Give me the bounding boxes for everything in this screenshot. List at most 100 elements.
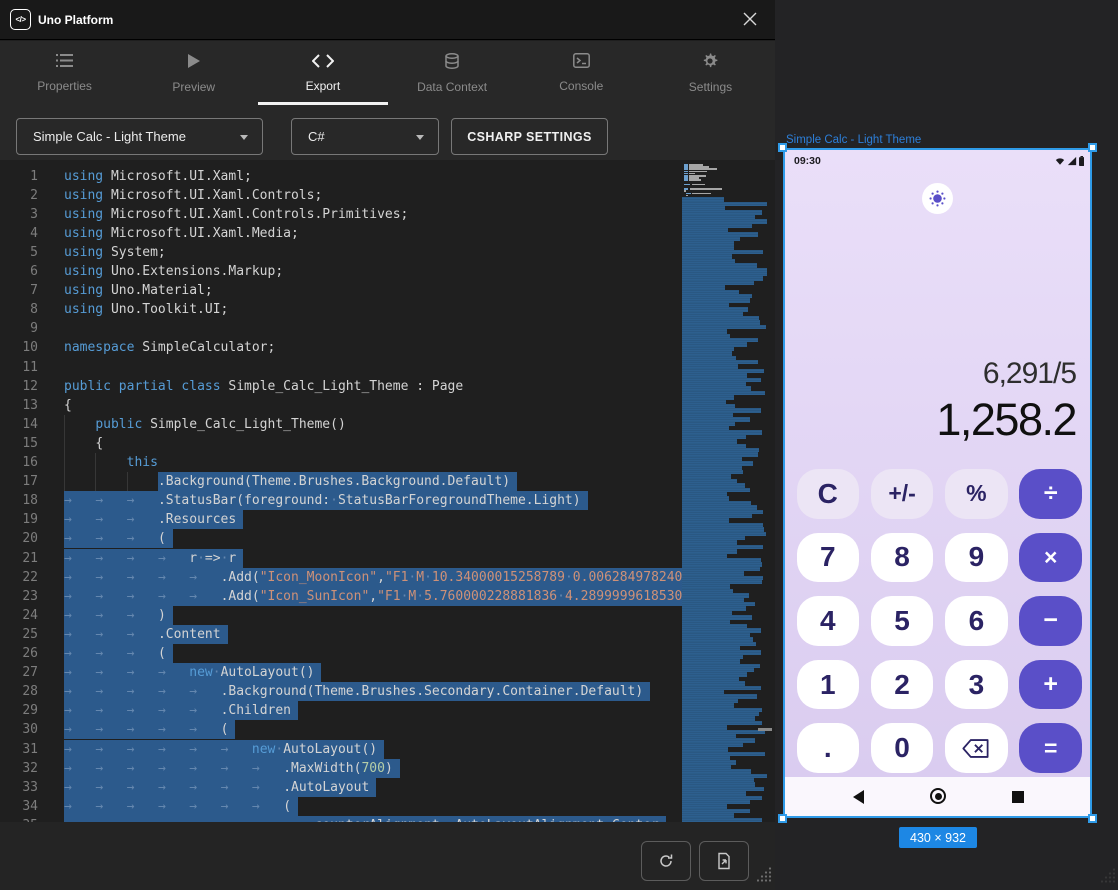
- code-line: 3using Microsoft.UI.Xaml.Controls.Primit…: [0, 205, 682, 224]
- selection-handle-bottom-left[interactable]: [778, 814, 787, 823]
- tab-label: Properties: [37, 79, 92, 93]
- code-line: 22→ → → → → .Add("Icon_MoonIcon","F1·M·1…: [0, 568, 682, 587]
- refresh-button[interactable]: [641, 841, 691, 881]
- theme-dropdown-value: Simple Calc - Light Theme: [17, 129, 186, 144]
- code-line: 10namespace SimpleCalculator;: [0, 338, 682, 357]
- code-line: 28→ → → → → .Background(Theme.Brushes.Se…: [0, 682, 682, 701]
- key-C[interactable]: C: [797, 469, 860, 519]
- android-nav-bar: [785, 777, 1090, 816]
- key-1[interactable]: 1: [797, 660, 860, 710]
- key-9[interactable]: 9: [945, 533, 1008, 583]
- nav-home-icon[interactable]: [930, 788, 946, 804]
- code-editor[interactable]: 1using Microsoft.UI.Xaml;2using Microsof…: [0, 160, 775, 822]
- language-dropdown-value: C#: [292, 129, 325, 144]
- phone-frame[interactable]: 09:30: [783, 148, 1092, 818]
- nav-back-icon[interactable]: [853, 790, 864, 804]
- theme-toggle-button[interactable]: [922, 183, 953, 214]
- minimap[interactable]: [682, 160, 766, 822]
- tab-label: Preview: [172, 80, 215, 94]
- tab-data-context[interactable]: Data Context: [388, 41, 517, 105]
- selection-handle-top-right[interactable]: [1088, 143, 1097, 152]
- window-resize-grip[interactable]: [757, 867, 772, 887]
- code-line: 15 {: [0, 434, 682, 453]
- settings-icon: [702, 53, 718, 74]
- key-÷[interactable]: ÷: [1019, 469, 1082, 519]
- calculator-display: 6,291/5 1,258.2: [936, 357, 1076, 446]
- screenshot-root: </> Uno Platform Properties Preview Export…: [0, 0, 1118, 890]
- phone-screen: 09:30: [785, 150, 1090, 816]
- key-×[interactable]: ×: [1019, 533, 1082, 583]
- code-line: 11: [0, 358, 682, 377]
- code-line: 20→ → → (: [0, 529, 682, 548]
- code-line: 32→ → → → → → → .MaxWidth(700): [0, 759, 682, 778]
- tab-export[interactable]: Export: [258, 41, 387, 105]
- key-7[interactable]: 7: [797, 533, 860, 583]
- key-backspace[interactable]: [945, 723, 1008, 773]
- csharp-settings-button[interactable]: CSHARP SETTINGS: [451, 118, 608, 155]
- code-line: 8using Uno.Toolkit.UI;: [0, 300, 682, 319]
- nav-recents-icon[interactable]: [1012, 791, 1024, 803]
- language-dropdown[interactable]: C#: [291, 118, 439, 155]
- code-line: 2using Microsoft.UI.Xaml.Controls;: [0, 186, 682, 205]
- chevron-down-icon: [240, 135, 248, 140]
- key-5[interactable]: 5: [871, 596, 934, 646]
- uno-platform-window: </> Uno Platform Properties Preview Export…: [0, 0, 775, 890]
- theme-dropdown[interactable]: Simple Calc - Light Theme: [16, 118, 263, 155]
- code-line: 14 public Simple_Calc_Light_Theme(): [0, 415, 682, 434]
- code-line: 4using Microsoft.UI.Xaml.Media;: [0, 224, 682, 243]
- code-line: 23→ → → → → .Add("Icon_SunIcon","F1·M·5.…: [0, 587, 682, 606]
- backspace-icon: [962, 739, 990, 758]
- key-.[interactable]: .: [797, 723, 860, 773]
- status-bar: 09:30: [785, 150, 1090, 172]
- export-file-button[interactable]: [699, 841, 749, 881]
- tab-label: Settings: [689, 80, 732, 94]
- code-line: 17 .Background(Theme.Brushes.Background.…: [0, 472, 682, 491]
- key-2[interactable]: 2: [871, 660, 934, 710]
- key-0[interactable]: 0: [871, 723, 934, 773]
- selection-handle-top-left[interactable]: [778, 143, 787, 152]
- code-line: 34→ → → → → → → (: [0, 797, 682, 816]
- selection-handle-bottom-right[interactable]: [1088, 814, 1097, 823]
- code-line: 9: [0, 319, 682, 338]
- code-line: 31→ → → → → → new·AutoLayout(): [0, 740, 682, 759]
- key-+[interactable]: +: [1019, 660, 1082, 710]
- close-icon[interactable]: [743, 12, 763, 32]
- tab-properties[interactable]: Properties: [0, 41, 129, 105]
- key-4[interactable]: 4: [797, 596, 860, 646]
- tab-bar: Properties Preview Export Data ContextConso…: [0, 41, 775, 105]
- tab-preview[interactable]: Preview: [129, 41, 258, 105]
- code-line: 18→ → → .StatusBar(foreground:·StatusBar…: [0, 491, 682, 510]
- key-%[interactable]: %: [945, 469, 1008, 519]
- status-time: 09:30: [794, 155, 821, 167]
- app-logo-icon: </>: [10, 9, 31, 30]
- code-line: 13{: [0, 396, 682, 415]
- tab-label: Export: [306, 79, 341, 93]
- key-8[interactable]: 8: [871, 533, 934, 583]
- sun-icon: [929, 190, 946, 207]
- key-=[interactable]: =: [1019, 723, 1082, 773]
- code-line: 29→ → → → → .Children: [0, 701, 682, 720]
- code-line: 7using Uno.Material;: [0, 281, 682, 300]
- preview-canvas: Simple Calc - Light Theme 09:30: [775, 0, 1118, 890]
- code-line: 30→ → → → → (: [0, 720, 682, 739]
- properties-icon: [56, 53, 73, 73]
- key-3[interactable]: 3: [945, 660, 1008, 710]
- toolbar: Simple Calc - Light Theme C# CSHARP SETT…: [0, 105, 775, 160]
- code-line: 21→ → → → r·=>·r: [0, 549, 682, 568]
- canvas-resize-grip: [1101, 868, 1116, 888]
- key-−[interactable]: −: [1019, 596, 1082, 646]
- code-line: 26→ → → (: [0, 644, 682, 663]
- code-line: 27→ → → → new·AutoLayout(): [0, 663, 682, 682]
- preview-page-label[interactable]: Simple Calc - Light Theme: [786, 134, 921, 146]
- tab-console[interactable]: Console: [517, 41, 646, 105]
- panel-resize-handle[interactable]: [758, 728, 772, 731]
- preview-icon: [187, 53, 201, 74]
- title-bar: </> Uno Platform: [0, 0, 775, 40]
- code-line: 1using Microsoft.UI.Xaml;: [0, 167, 682, 186]
- key-+/-[interactable]: +/-: [871, 469, 934, 519]
- tab-settings[interactable]: Settings: [646, 41, 775, 105]
- key-6[interactable]: 6: [945, 596, 1008, 646]
- code-line: 25→ → → .Content: [0, 625, 682, 644]
- code-line: 19→ → → .Resources: [0, 510, 682, 529]
- status-icons: [1055, 156, 1085, 166]
